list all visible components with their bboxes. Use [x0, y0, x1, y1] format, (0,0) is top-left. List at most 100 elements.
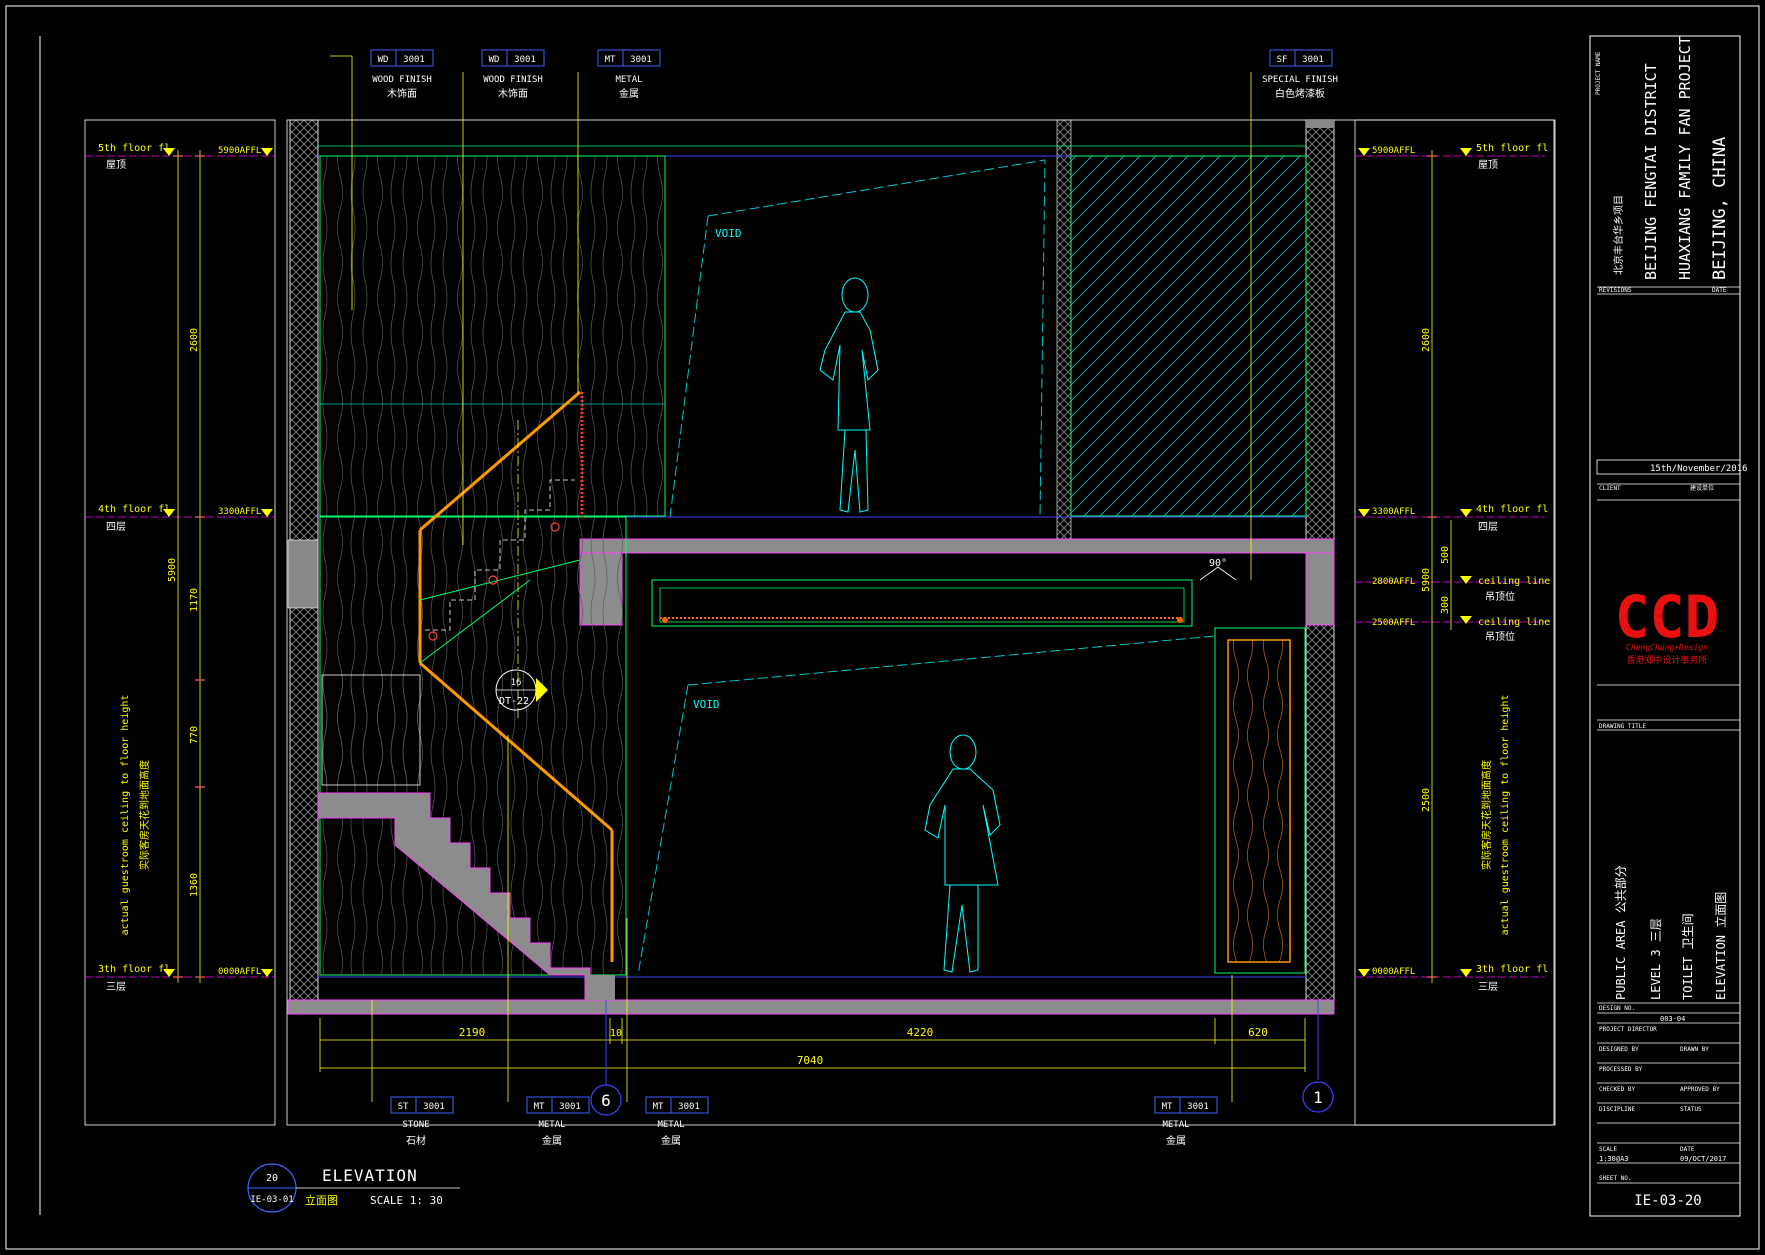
tag-top-3-num: 3001 — [630, 55, 652, 65]
r-level-4-cn: 四层 — [1478, 521, 1498, 533]
r-level-5-cn: 屋顶 — [1478, 159, 1498, 171]
project-en2: HUAXIANG FAMILY FAN PROJECT — [1676, 36, 1694, 280]
dim-10: 10 — [610, 1028, 622, 1039]
left-height-note-cn: 实际客房天花到地面高度 — [138, 760, 151, 870]
tag-bot-1-en: STONE — [402, 1120, 429, 1130]
drawn-by: DRAWN BY — [1680, 1046, 1709, 1053]
level-5-label: 5th floor fl — [98, 143, 170, 154]
tag-bot-4-code: MT — [1162, 1102, 1173, 1112]
void-label-lower: VOID — [693, 698, 720, 711]
angle-label: 90° — [1209, 558, 1227, 569]
tag-top-4-code: SF — [1277, 55, 1288, 65]
tag-top-1-code: WD — [378, 55, 389, 65]
right-dim-2600: 2600 — [1421, 328, 1432, 352]
ceiling-1-cn: 吊顶位 — [1485, 590, 1515, 603]
checked-by: CHECKED BY — [1599, 1086, 1636, 1093]
right-dim-500: 500 — [1440, 546, 1451, 564]
grid-bubble-1: 1 — [1313, 1088, 1323, 1107]
ceiling-1-value: 2800AFFL — [1372, 577, 1415, 587]
tag-top-3-code: MT — [605, 55, 616, 65]
tag-top-1-cn: 木饰面 — [387, 87, 417, 100]
tag-bot-2-en: METAL — [538, 1120, 565, 1130]
left-height-note-en: actual guestroom ceiling to floor height — [120, 695, 131, 936]
level-3-value: 0000AFFL — [218, 967, 261, 977]
left-dim-2600: 2600 — [189, 328, 200, 352]
status-label: STATUS — [1680, 1106, 1702, 1113]
level-4-cn: 四层 — [106, 521, 126, 533]
right-height-note-cn: 实际客房天花到地面高度 — [1480, 760, 1493, 870]
dim-620: 620 — [1248, 1026, 1268, 1039]
view-ref: IE-03-01 — [250, 1195, 293, 1205]
dim-total: 7040 — [797, 1054, 824, 1067]
level-4-value: 3300AFFL — [218, 507, 261, 517]
tag-bot-3-en: METAL — [657, 1120, 684, 1130]
area-text: PUBLIC AREA 公共部分 — [1613, 865, 1628, 1000]
project-en1: BEIJING FENGTAI DISTRICT — [1642, 63, 1660, 280]
tag-top-4-en: SPECIAL FINISH — [1262, 75, 1338, 85]
elevation-scale: SCALE 1: 30 — [370, 1194, 443, 1207]
ceiling-1-label: ceiling line — [1478, 576, 1550, 587]
right-dim-2500: 2500 — [1421, 788, 1432, 812]
sheet-no-label: SHEET NO. — [1599, 1175, 1632, 1182]
tag-top-3-cn: 金属 — [619, 87, 639, 100]
ceiling-2-cn: 吊顶位 — [1485, 630, 1515, 643]
elevation-title-cn: 立面图 — [305, 1193, 338, 1207]
tag-top-2-cn: 木饰面 — [498, 87, 528, 100]
tag-top-2-en: WOOD FINISH — [483, 75, 543, 85]
discipline-label: DISCIPLINE — [1599, 1106, 1636, 1113]
design-no-label: DESIGN NO. — [1599, 1005, 1635, 1012]
r-level-5-value: 5900AFFL — [1372, 146, 1415, 156]
tag-top-4-cn: 白色烤漆板 — [1275, 87, 1325, 100]
drawing-number: IE-03-20 — [1634, 1193, 1701, 1209]
drawing-title-label: DRAWING TITLE — [1599, 723, 1646, 730]
level-3-cn: 三层 — [106, 981, 126, 993]
room-text: TOILET 卫生间 — [1681, 913, 1695, 1000]
left-dim-1170: 1170 — [189, 588, 200, 612]
tag-bot-2-code: MT — [534, 1102, 545, 1112]
view-number: 20 — [266, 1173, 278, 1184]
designed-by: DESIGNED BY — [1599, 1046, 1639, 1053]
tb-date-label: DATE — [1680, 1146, 1695, 1153]
tag-top-3-en: METAL — [615, 75, 642, 85]
level-4-label: 4th floor fl — [98, 504, 170, 515]
detail-callout-bottom: DT-22 — [499, 696, 529, 707]
r-level-5-label: 5th floor fl — [1476, 143, 1548, 154]
project-en3: BEIJING, CHINA — [1710, 137, 1730, 280]
ccd-logo-sub: ChengChung+Design — [1626, 643, 1708, 652]
approved-by: APPROVED BY — [1680, 1086, 1720, 1093]
view-text: ELEVATION 立面图 — [1713, 892, 1728, 1000]
ceiling-2-label: ceiling line — [1478, 617, 1550, 628]
design-no: 003-04 — [1660, 1015, 1685, 1023]
tag-top-1-num: 3001 — [403, 55, 425, 65]
client-label: CLIENT — [1599, 485, 1621, 492]
tag-bot-1-code: ST — [398, 1102, 409, 1112]
left-dim-770: 770 — [189, 726, 200, 744]
scale-label: SCALE — [1599, 1146, 1617, 1153]
tag-bot-3-code: MT — [653, 1102, 664, 1112]
detail-callout-top: 16 — [511, 678, 522, 688]
r-level-3-label: 3th floor fl — [1476, 964, 1548, 975]
tag-bot-2-num: 3001 — [559, 1102, 581, 1112]
right-dim-300: 300 — [1440, 596, 1451, 614]
tag-bot-4-num: 3001 — [1187, 1102, 1209, 1112]
scale-value: 1:30@A3 — [1599, 1155, 1629, 1163]
revision-date: 15th/November/2016 — [1650, 464, 1748, 474]
right-height-note-en: actual guestroom ceiling to floor height — [1500, 695, 1511, 936]
r-level-3-cn: 三层 — [1478, 981, 1498, 993]
level-3-label: 3th floor fl — [98, 964, 170, 975]
elevation-title: ELEVATION — [322, 1166, 418, 1185]
elevation-drawing: 16 DT-22 90° VOID VOID 2190 10 4220 620 … — [5, 5, 1760, 1250]
tag-top-1-en: WOOD FINISH — [372, 75, 432, 85]
client-cn: 建设单位 — [1690, 484, 1714, 492]
project-cn: 北京丰台华乡项目 — [1612, 195, 1625, 275]
ceiling-2-value: 2500AFFL — [1372, 618, 1415, 628]
ccd-logo: CCD — [1615, 583, 1720, 651]
r-level-4-label: 4th floor fl — [1476, 504, 1548, 515]
left-dim-5900: 5900 — [167, 558, 178, 582]
tag-bot-1-num: 3001 — [423, 1102, 445, 1112]
tag-top-2-code: WD — [489, 55, 500, 65]
level-5-cn: 屋顶 — [106, 159, 126, 171]
date-value: 09/OCT/2017 — [1680, 1155, 1726, 1163]
date-label: DATE — [1712, 287, 1727, 294]
tag-bot-3-num: 3001 — [678, 1102, 700, 1112]
